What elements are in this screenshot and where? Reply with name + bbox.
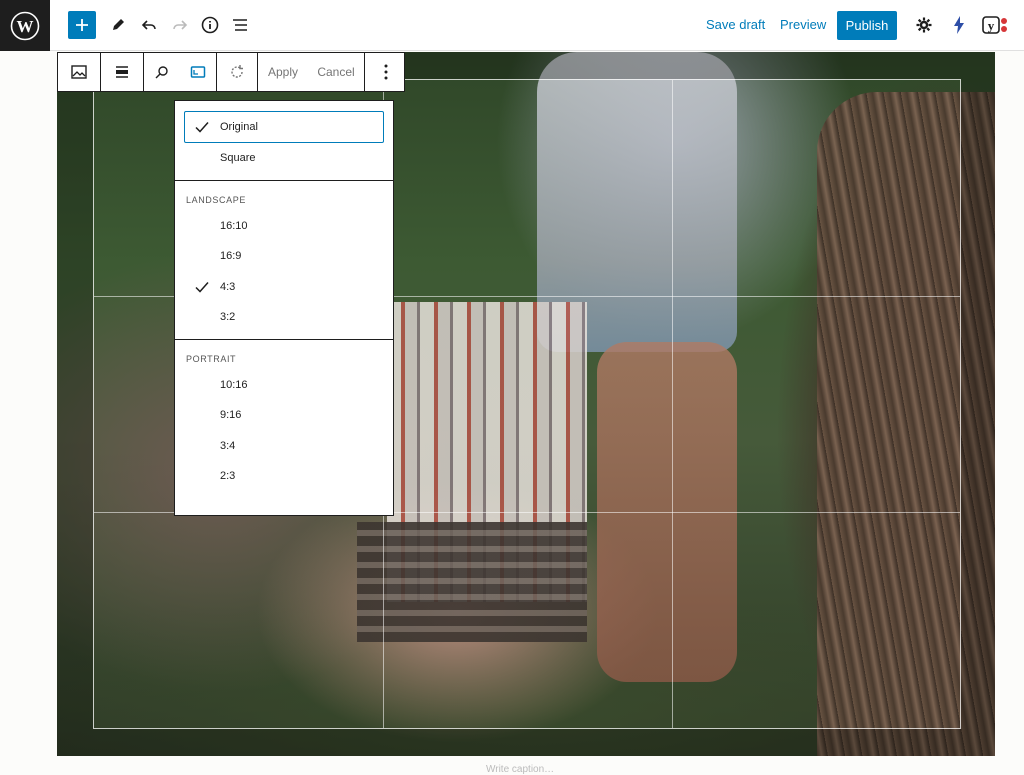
undo-button[interactable] xyxy=(135,11,163,39)
aspect-option-label: 16:10 xyxy=(220,219,248,232)
aspect-option-original[interactable]: Original xyxy=(184,111,384,143)
pencil-icon xyxy=(113,19,124,30)
aspect-option-label: 16:9 xyxy=(220,250,242,263)
aspect-option-label: Original xyxy=(220,121,258,133)
block-type-button[interactable] xyxy=(58,53,100,91)
list-view-button[interactable] xyxy=(226,11,254,39)
zoom-button[interactable] xyxy=(144,53,180,91)
align-icon xyxy=(116,66,128,78)
svg-text:W: W xyxy=(17,17,34,36)
aspect-option-label: Square xyxy=(220,152,256,165)
aspect-option-4-3[interactable]: 4:3 xyxy=(175,272,393,303)
aspect-option-9-16[interactable]: 9:16 xyxy=(175,400,393,431)
save-draft-button[interactable]: Save draft xyxy=(706,17,765,32)
yoast-button[interactable]: y xyxy=(980,11,1010,39)
aspect-group-landscape: LANDSCAPE 16:10 16:9 4:3 3:2 xyxy=(175,181,393,340)
more-vertical-icon xyxy=(384,64,388,80)
info-icon xyxy=(201,16,219,34)
aspect-option-label: 2:3 xyxy=(220,470,236,483)
aspect-option-10-16[interactable]: 10:16 xyxy=(175,370,393,401)
block-type-group xyxy=(58,53,101,91)
options-group xyxy=(365,53,407,91)
aspect-option-3-4[interactable]: 3:4 xyxy=(175,431,393,462)
lightning-icon xyxy=(954,16,964,34)
aspect-ratio-icon xyxy=(190,66,206,78)
preview-button[interactable]: Preview xyxy=(780,17,826,32)
tools-button[interactable] xyxy=(104,11,132,39)
aspect-option-16-9[interactable]: 16:9 xyxy=(175,241,393,272)
section-heading: PORTRAIT xyxy=(186,353,237,364)
settings-button[interactable] xyxy=(910,11,938,39)
aspect-option-16-10[interactable]: 16:10 xyxy=(175,211,393,242)
redo-button[interactable] xyxy=(166,11,194,39)
publish-button[interactable]: Publish xyxy=(837,11,897,40)
list-view-icon xyxy=(233,19,247,31)
svg-text:y: y xyxy=(988,18,995,33)
aspect-group-portrait: PORTRAIT 10:16 9:16 3:4 2:3 xyxy=(175,340,393,498)
crop-overlay xyxy=(57,79,93,729)
image-icon xyxy=(71,65,87,79)
editor-top-bar: W Save draft Preview Publish y xyxy=(0,0,1024,51)
caption-placeholder[interactable]: Write caption… xyxy=(486,764,554,775)
aspect-option-square[interactable]: Square xyxy=(175,143,393,174)
aspect-option-label: 3:4 xyxy=(220,439,236,452)
section-heading: LANDSCAPE xyxy=(186,194,246,205)
wordpress-logo-icon[interactable]: W xyxy=(0,0,50,51)
aspect-option-label: 9:16 xyxy=(220,409,242,422)
aspect-option-label: 4:3 xyxy=(220,280,236,293)
cancel-button[interactable]: Cancel xyxy=(308,53,364,91)
checkmark-icon xyxy=(195,281,209,293)
undo-icon xyxy=(141,20,156,30)
add-block-button[interactable] xyxy=(68,11,96,39)
more-options-button[interactable] xyxy=(365,53,407,91)
aspect-option-2-3[interactable]: 2:3 xyxy=(175,461,393,492)
rotate-group xyxy=(217,53,258,91)
aspect-option-3-2[interactable]: 3:2 xyxy=(175,302,393,333)
crop-overlay xyxy=(57,729,995,756)
aspect-ratio-menu: Original Square LANDSCAPE 16:10 16:9 4:3… xyxy=(174,100,394,516)
align-group xyxy=(101,53,144,91)
apply-button[interactable]: Apply xyxy=(258,53,308,91)
rotate-icon xyxy=(231,65,243,78)
aspect-option-label: 3:2 xyxy=(220,311,236,324)
aspect-group-default: Original Square xyxy=(175,101,393,181)
crop-tools-group xyxy=(144,53,217,91)
align-button[interactable] xyxy=(101,53,143,91)
jetpack-button[interactable] xyxy=(945,11,973,39)
search-icon xyxy=(155,66,168,79)
apply-cancel-group: Apply Cancel xyxy=(258,53,365,91)
crop-grid-line xyxy=(672,80,673,728)
image-block-toolbar: Apply Cancel xyxy=(57,52,405,92)
aspect-option-label: 10:16 xyxy=(220,378,248,391)
checkmark-icon xyxy=(195,122,209,133)
crop-overlay xyxy=(961,79,995,729)
plus-icon xyxy=(76,19,88,31)
aspect-ratio-button[interactable] xyxy=(180,53,216,91)
details-button[interactable] xyxy=(196,11,224,39)
redo-icon xyxy=(173,20,188,30)
yoast-icon: y xyxy=(982,16,1007,34)
rotate-button[interactable] xyxy=(217,53,257,91)
gear-icon xyxy=(916,17,932,33)
